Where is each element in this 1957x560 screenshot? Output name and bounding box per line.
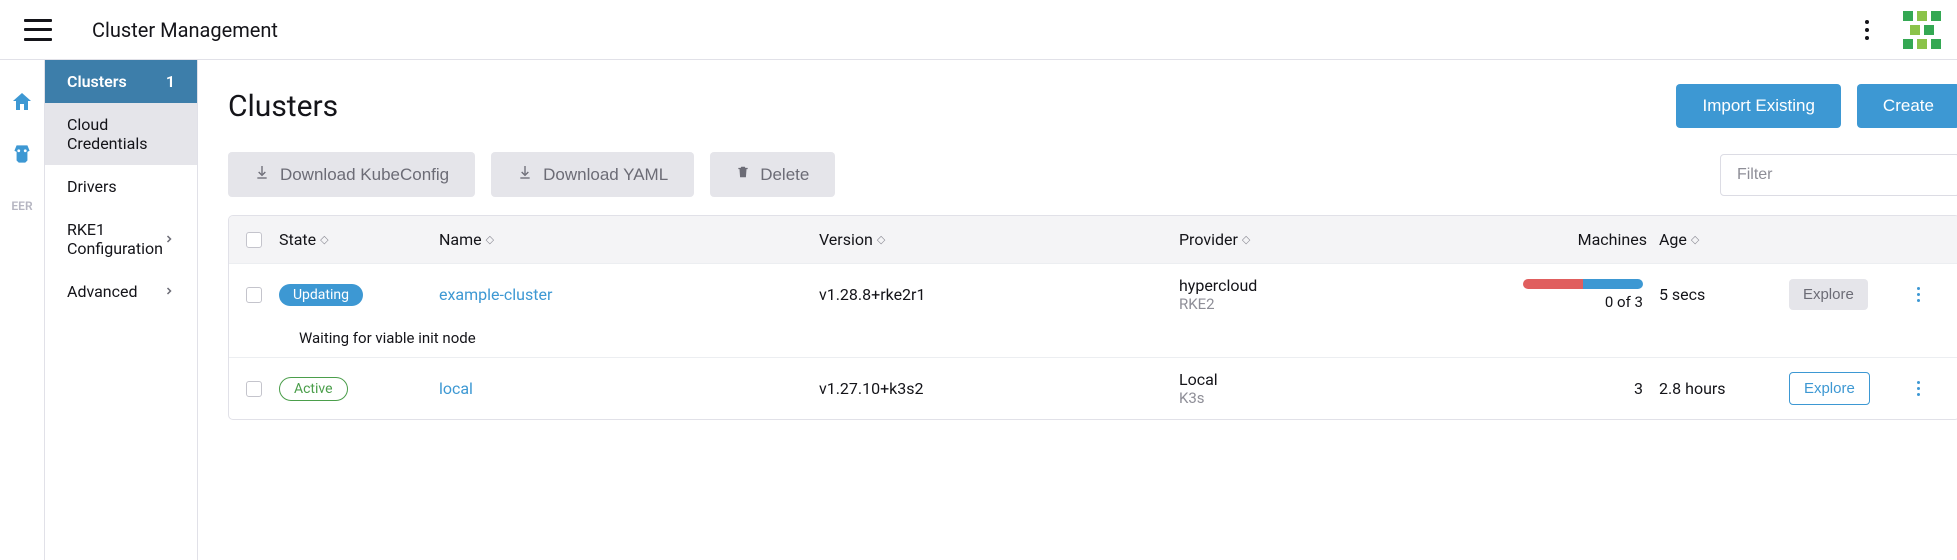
rail-cluster-icon[interactable] <box>0 132 44 176</box>
cluster-version: v1.28.8+rke2r1 <box>819 285 1179 304</box>
cluster-version: v1.27.10+k3s2 <box>819 379 1179 398</box>
delete-button[interactable]: Delete <box>710 152 835 197</box>
brand-logo-icon <box>1903 11 1941 49</box>
sidebar-item-label: Drivers <box>67 177 117 196</box>
column-provider[interactable]: Provider◇ <box>1179 230 1459 249</box>
machines-progress-bar <box>1523 279 1643 289</box>
sidebar-item-cloud-credentials[interactable]: Cloud Credentials <box>45 103 197 165</box>
button-label: Delete <box>760 165 809 185</box>
sort-icon: ◇ <box>486 233 494 246</box>
sidebar-item-label: RKE1 Configuration <box>67 220 163 258</box>
column-name[interactable]: Name◇ <box>439 230 819 249</box>
table-row: Active local v1.27.10+k3s2 Local K3s 3 2… <box>229 357 1957 419</box>
rail-home-icon[interactable] <box>0 80 44 124</box>
cluster-age: 5 secs <box>1659 285 1789 304</box>
rail-eer-label: EER <box>11 199 32 213</box>
cluster-age: 2.8 hours <box>1659 379 1789 398</box>
sidebar-item-rke1-configuration[interactable]: RKE1 Configuration <box>45 208 197 270</box>
chevron-right-icon <box>163 230 175 249</box>
button-label: Create <box>1883 96 1934 116</box>
column-version[interactable]: Version◇ <box>819 230 1179 249</box>
sort-icon: ◇ <box>1242 233 1250 246</box>
page-header-title: Cluster Management <box>92 18 278 42</box>
select-all-checkbox[interactable] <box>246 232 262 248</box>
button-label: Download YAML <box>543 165 668 185</box>
sort-icon: ◇ <box>320 233 328 246</box>
sort-icon: ◇ <box>1691 233 1699 246</box>
explore-button[interactable]: Explore <box>1789 372 1870 405</box>
download-icon <box>254 164 270 185</box>
icon-rail: EER <box>0 60 44 560</box>
sidebar-item-label: Advanced <box>67 282 138 301</box>
row-kebab-menu[interactable] <box>1909 381 1929 396</box>
machines-count: 3 <box>1459 379 1643 398</box>
sidebar-item-drivers[interactable]: Drivers <box>45 165 197 208</box>
header-kebab-menu[interactable] <box>1851 14 1883 46</box>
table-header: State◇ Name◇ Version◇ Provider◇ Machines… <box>229 216 1957 263</box>
download-yaml-button[interactable]: Download YAML <box>491 152 694 197</box>
cluster-provider-sub: RKE2 <box>1179 295 1459 313</box>
button-label: Download KubeConfig <box>280 165 449 185</box>
download-kubeconfig-button[interactable]: Download KubeConfig <box>228 152 475 197</box>
cluster-name-link[interactable]: local <box>439 379 473 398</box>
row-sub-message: Waiting for viable init node <box>229 325 1957 357</box>
import-existing-button[interactable]: Import Existing <box>1676 84 1840 128</box>
cluster-provider: Local <box>1179 370 1459 389</box>
filter-input[interactable] <box>1720 154 1957 196</box>
main-panel: Clusters Import Existing Create Download… <box>198 60 1957 560</box>
sidebar-item-advanced[interactable]: Advanced <box>45 270 197 313</box>
sidebar-item-label: Clusters <box>67 72 127 91</box>
machines-count: 0 of 3 <box>1459 293 1643 311</box>
column-machines[interactable]: Machines <box>1459 230 1659 249</box>
rail-eer-item[interactable]: EER <box>0 184 44 228</box>
explore-button[interactable]: Explore <box>1789 279 1868 310</box>
cluster-name-link[interactable]: example-cluster <box>439 285 552 304</box>
row-checkbox[interactable] <box>246 287 262 303</box>
sidebar: Clusters 1 Cloud Credentials Drivers RKE… <box>44 60 198 560</box>
top-bar: Cluster Management <box>0 0 1957 60</box>
menu-toggle-icon[interactable] <box>24 19 52 41</box>
status-badge: Active <box>279 377 348 401</box>
column-age[interactable]: Age◇ <box>1659 230 1789 249</box>
status-badge: Updating <box>279 284 363 306</box>
sidebar-item-clusters[interactable]: Clusters 1 <box>45 60 197 103</box>
row-checkbox[interactable] <box>246 381 262 397</box>
download-icon <box>517 164 533 185</box>
button-label: Import Existing <box>1702 96 1814 116</box>
sidebar-item-badge: 1 <box>166 72 175 91</box>
sidebar-item-label: Cloud Credentials <box>67 115 175 153</box>
sort-icon: ◇ <box>877 233 885 246</box>
trash-icon <box>736 164 750 185</box>
cluster-provider: hypercloud <box>1179 276 1459 295</box>
clusters-table: State◇ Name◇ Version◇ Provider◇ Machines… <box>228 215 1957 420</box>
create-button[interactable]: Create <box>1857 84 1957 128</box>
row-kebab-menu[interactable] <box>1909 287 1929 302</box>
chevron-right-icon <box>163 282 175 301</box>
table-row: Updating example-cluster v1.28.8+rke2r1 … <box>229 263 1957 325</box>
cluster-provider-sub: K3s <box>1179 389 1459 407</box>
column-state[interactable]: State◇ <box>279 230 439 249</box>
page-title: Clusters <box>228 89 338 124</box>
